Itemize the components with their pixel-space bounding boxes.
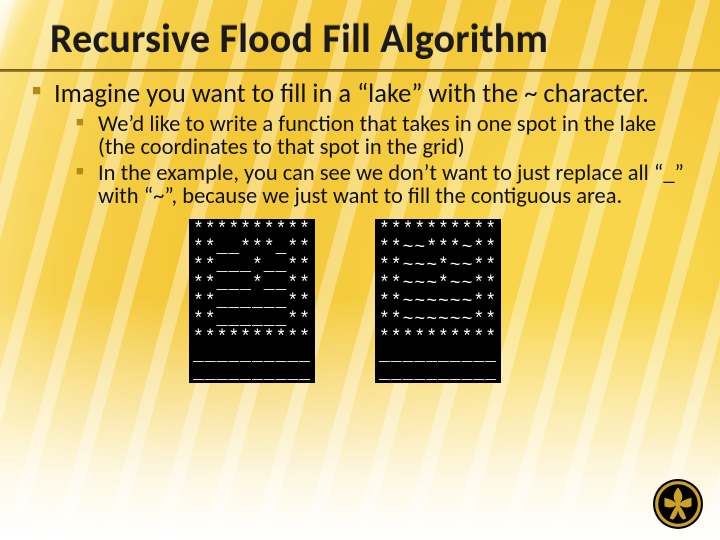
bullet-list: Imagine you want to fill in a “lake” wit… xyxy=(28,80,692,209)
example-grids: ********** **__***_** **___*__** **___*_… xyxy=(28,219,692,383)
grid-after: ********** **~~***~** **~~~*~~** **~~~*~… xyxy=(375,219,501,383)
title-underline xyxy=(0,69,720,72)
sub-bullet-list: We’d like to write a function that takes… xyxy=(54,113,688,210)
sub-bullet-1: We’d like to write a function that takes… xyxy=(76,113,688,160)
slide-title: Recursive Flood Fill Algorithm xyxy=(50,14,692,63)
grid-before: ********** **__***_** **___*__** **___*_… xyxy=(189,219,315,383)
ucf-logo-icon xyxy=(652,478,704,530)
bullet-top-text: Imagine you want to fill in a “lake” wit… xyxy=(54,78,649,110)
slide-content: Recursive Flood Fill Algorithm Imagine y… xyxy=(0,0,720,540)
sub-bullet-2: In the example, you can see we don’t wan… xyxy=(76,162,688,209)
bullet-top: Imagine you want to fill in a “lake” wit… xyxy=(32,80,688,209)
